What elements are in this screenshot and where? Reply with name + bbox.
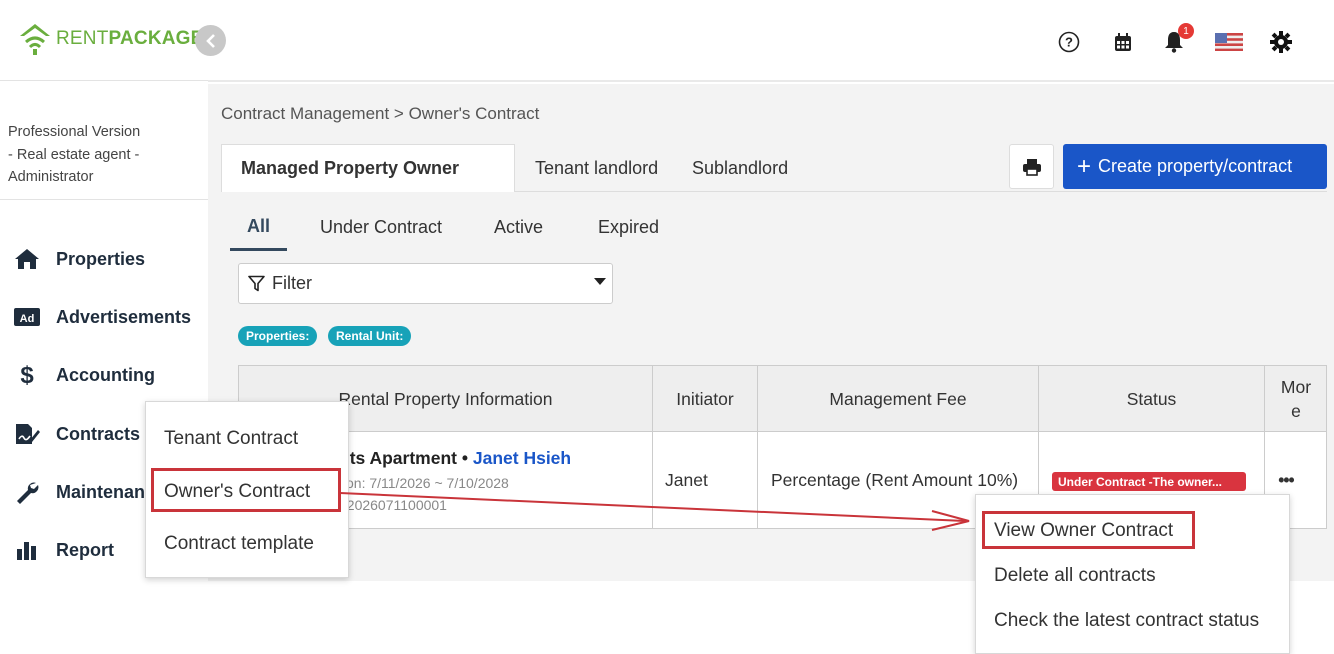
logo[interactable]: RENTPACKAGE <box>18 22 204 56</box>
svg-text:Ad: Ad <box>20 313 35 325</box>
column-header-management-fee: Management Fee <box>829 388 967 409</box>
initiator-cell: Janet <box>665 469 708 490</box>
caret-down-icon <box>594 278 606 285</box>
sidebar-collapse-button[interactable] <box>195 25 226 56</box>
contracts-submenu: Tenant Contract Owner's Contract Contrac… <box>145 401 349 578</box>
menu-item-tenant-contract[interactable]: Tenant Contract <box>164 428 298 450</box>
column-header-status: Status <box>1126 388 1177 409</box>
chevron-left-icon <box>205 33 215 48</box>
sidebar-item-label: Accounting <box>56 364 155 385</box>
printer-icon <box>1022 158 1041 176</box>
plus-icon: + <box>1077 152 1092 180</box>
subtab-under-contract[interactable]: Under Contract <box>320 204 442 251</box>
contract-duration: tion: 7/11/2026 ~ 7/10/2028 <box>339 475 509 491</box>
row-actions-menu: View Owner Contract Delete all contracts… <box>975 494 1290 654</box>
house-wifi-logo-icon <box>20 24 50 55</box>
filter-dropdown[interactable]: Filter <box>238 263 613 304</box>
top-bar: ? 1 <box>208 0 1334 82</box>
sidebar-item-label: Report <box>56 539 114 560</box>
brand-name: RENTPACKAGE <box>56 28 204 49</box>
highlight-box <box>151 468 341 512</box>
notification-count-badge: 1 <box>1178 23 1194 39</box>
property-name-cell: nts Apartment • Janet Hsieh <box>339 448 572 468</box>
breadcrumb: Contract Management > Owner's Contract <box>221 104 540 123</box>
menu-item-contract-template[interactable]: Contract template <box>164 533 314 555</box>
wrench-icon <box>14 480 40 504</box>
sidebar-item-advertisements[interactable]: Ad Advertisements <box>14 302 204 332</box>
dollar-icon: $ <box>14 362 40 388</box>
contract-number: 02026071100001 <box>339 497 447 513</box>
menu-item-check-latest-status[interactable]: Check the latest contract status <box>994 610 1259 632</box>
menu-item-delete-all-contracts[interactable]: Delete all contracts <box>994 565 1156 587</box>
tab-sublandlord[interactable]: Sublandlord <box>692 144 788 192</box>
table-header: Rental Property Information Initiator Ma… <box>239 366 1326 432</box>
sidebar-divider <box>0 199 208 200</box>
subtab-expired[interactable]: Expired <box>598 204 659 251</box>
column-header-initiator: Initiator <box>676 388 734 409</box>
filter-icon <box>248 275 265 292</box>
gear-icon[interactable] <box>1269 30 1293 54</box>
svg-text:$: $ <box>20 362 34 388</box>
svg-text:?: ? <box>1065 35 1073 50</box>
subtab-active[interactable]: Active <box>494 204 543 251</box>
version-info: Professional Version - Real estate agent… <box>8 124 141 185</box>
bar-chart-icon <box>14 538 40 562</box>
sidebar-item-accounting[interactable]: $ Accounting <box>14 360 204 390</box>
sidebar-item-label: Properties <box>56 248 146 269</box>
tab-tenant-landlord[interactable]: Tenant landlord <box>535 144 658 192</box>
sidebar-item-label: Contracts <box>56 423 141 444</box>
create-property-contract-button[interactable]: + Create property/contract <box>1063 144 1327 189</box>
subtab-all[interactable]: All <box>230 204 287 251</box>
status-badge: Under Contract -The owner... <box>1052 472 1246 491</box>
help-icon[interactable]: ? <box>1057 30 1081 54</box>
owner-name-link[interactable]: Janet Hsieh <box>473 448 571 468</box>
print-button[interactable] <box>1009 144 1054 189</box>
filter-chip-rental-unit[interactable]: Rental Unit: <box>328 326 412 346</box>
home-icon <box>14 247 40 271</box>
column-header-more: Mor e <box>1280 377 1312 421</box>
us-flag-icon[interactable] <box>1215 30 1243 54</box>
calendar-icon[interactable] <box>1111 30 1135 54</box>
tab-managed-property-owner[interactable]: Managed Property Owner <box>221 144 515 192</box>
ad-icon: Ad <box>14 305 40 329</box>
sidebar-item-label: Advertisements <box>56 306 192 327</box>
filter-chip-properties[interactable]: Properties: <box>238 326 318 346</box>
contract-icon <box>14 422 40 446</box>
highlight-box <box>982 511 1195 549</box>
sidebar-item-properties[interactable]: Properties <box>14 244 204 274</box>
notification-button[interactable]: 1 <box>1162 23 1194 54</box>
sidebar-divider <box>0 80 208 81</box>
